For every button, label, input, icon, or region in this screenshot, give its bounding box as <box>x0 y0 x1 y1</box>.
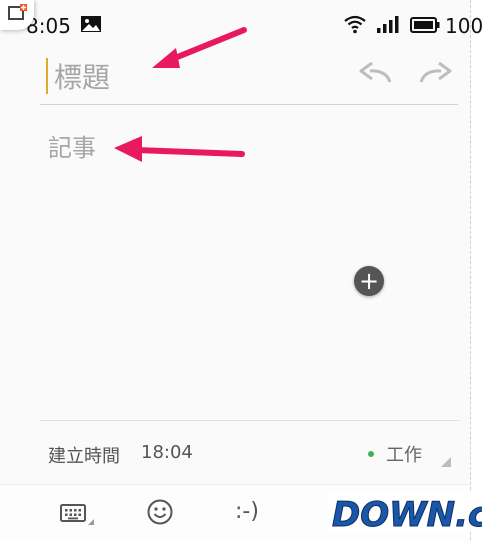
footer-divider <box>40 420 460 421</box>
add-attachment-button[interactable]: + <box>354 266 384 296</box>
title-divider <box>40 104 458 105</box>
down-cc-watermark: DOWN.cc <box>328 492 482 534</box>
wifi-icon <box>343 14 367 38</box>
undo-icon[interactable] <box>356 60 396 92</box>
category-selector[interactable]: 工作 <box>386 441 422 467</box>
note-editor-screen: 8:05 100 標題 記事 + 建立時間 18:04 工作:-) <box>0 0 483 541</box>
battery-percentage: 100 <box>445 14 484 38</box>
redo-icon[interactable] <box>415 60 455 92</box>
created-time-label: 建立時間 <box>48 446 120 467</box>
emoticon-button[interactable]: :-) <box>235 499 259 524</box>
note-body-input[interactable] <box>48 128 438 408</box>
screenshot-badge <box>0 0 34 30</box>
category-color-dot <box>368 451 374 457</box>
title-input[interactable] <box>52 50 296 104</box>
watermark-text: DOWN.cc <box>332 495 482 534</box>
dropdown-corner-icon <box>441 457 451 467</box>
status-bar: 8:05 100 <box>0 0 483 48</box>
gallery-notification-icon <box>80 15 102 37</box>
smiley-icon[interactable] <box>146 498 174 530</box>
add-window-icon <box>8 4 27 20</box>
keyboard-icon[interactable] <box>60 504 96 530</box>
plus-icon: + <box>358 267 380 295</box>
signal-icon <box>376 14 402 38</box>
text-cursor <box>46 58 48 94</box>
battery-icon <box>410 17 440 37</box>
created-time-value: 18:04 <box>141 442 193 463</box>
title-row <box>38 50 460 106</box>
